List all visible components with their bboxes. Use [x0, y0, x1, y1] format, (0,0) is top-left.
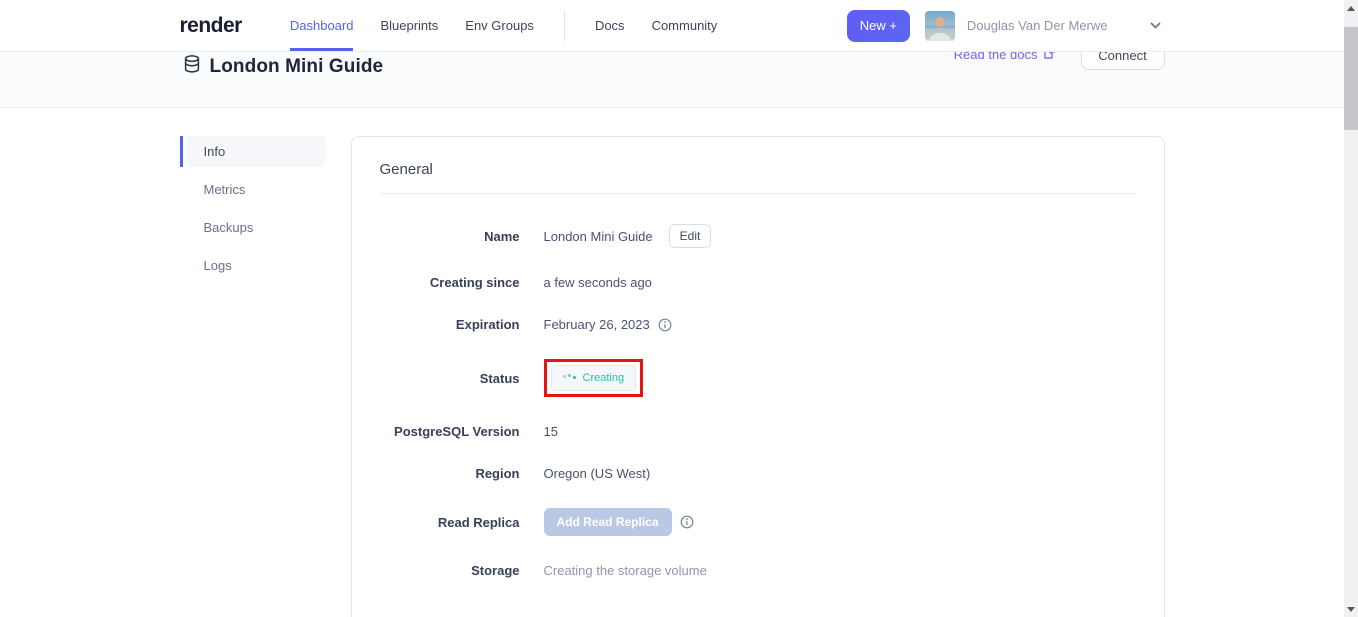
chevron-down-icon[interactable] [1150, 22, 1161, 29]
row-status: Status Creating [380, 359, 1136, 397]
edit-name-button[interactable]: Edit [669, 224, 712, 248]
row-label: Storage [380, 563, 520, 578]
row-creating-since: Creating since a few seconds ago [380, 275, 1136, 290]
row-name: Name London Mini Guide Edit [380, 224, 1136, 248]
nav-blueprints[interactable]: Blueprints [380, 0, 438, 51]
row-label: Name [380, 229, 520, 244]
add-read-replica-button[interactable]: Add Read Replica [544, 508, 672, 536]
row-label: PostgreSQL Version [380, 424, 520, 439]
avatar-photo [925, 11, 955, 41]
row-storage: Storage Creating the storage volume [380, 563, 1136, 578]
sidebar-item-logs[interactable]: Logs [186, 250, 326, 281]
row-value: Creating the storage volume [544, 563, 707, 578]
row-value: a few seconds ago [544, 275, 652, 290]
row-read-replica: Read Replica Add Read Replica [380, 508, 1136, 536]
database-icon [184, 55, 200, 78]
sidebar-item-backups[interactable]: Backups [186, 212, 326, 243]
nav-dashboard[interactable]: Dashboard [290, 0, 354, 51]
user-avatar[interactable] [925, 11, 955, 41]
row-value: Oregon (US West) [544, 466, 651, 481]
status-label: Creating [583, 372, 625, 384]
nav-community[interactable]: Community [652, 0, 718, 51]
general-card: General Name London Mini Guide Edit Crea… [351, 136, 1165, 617]
loading-dots-icon [563, 377, 576, 380]
row-value: London Mini Guide [544, 229, 653, 244]
scroll-up-icon[interactable] [1347, 6, 1355, 11]
card-divider [380, 193, 1136, 194]
row-region: Region Oregon (US West) [380, 466, 1136, 481]
app-window: render Dashboard Blueprints Env Groups D… [0, 0, 1358, 617]
nav-divider [564, 11, 565, 41]
status-badge: Creating [551, 365, 637, 391]
service-sidebar: Info Metrics Backups Logs [180, 136, 326, 288]
row-postgresql-version: PostgreSQL Version 15 [380, 424, 1136, 439]
sidebar-item-metrics[interactable]: Metrics [186, 174, 326, 205]
scroll-down-icon[interactable] [1347, 607, 1355, 612]
card-heading: General [380, 161, 1136, 178]
row-value: February 26, 2023 [544, 317, 650, 332]
row-value: 15 [544, 424, 558, 439]
info-icon[interactable] [658, 318, 672, 332]
user-name: Douglas Van Der Merwe [967, 18, 1108, 33]
red-annotation-box: Creating [544, 359, 644, 397]
row-label: Read Replica [380, 515, 520, 530]
row-label: Status [380, 371, 520, 386]
render-logo[interactable]: render [180, 14, 242, 38]
new-button[interactable]: New + [847, 10, 910, 42]
top-navbar: render Dashboard Blueprints Env Groups D… [0, 0, 1344, 52]
row-label: Region [380, 466, 520, 481]
row-label: Expiration [380, 317, 520, 332]
nav-env-groups[interactable]: Env Groups [465, 0, 534, 51]
scrollbar-thumb[interactable] [1344, 27, 1358, 130]
page-title: London Mini Guide [210, 56, 384, 78]
row-label: Creating since [380, 275, 520, 290]
row-expiration: Expiration February 26, 2023 [380, 317, 1136, 332]
vertical-scrollbar[interactable] [1344, 0, 1358, 617]
info-icon[interactable] [680, 515, 694, 529]
sidebar-item-info[interactable]: Info [186, 136, 326, 167]
page-title-bar: London Mini Guide Read the docs Connect [0, 52, 1344, 108]
nav-docs[interactable]: Docs [595, 0, 625, 51]
primary-nav: Dashboard Blueprints Env Groups Docs Com… [290, 0, 717, 51]
